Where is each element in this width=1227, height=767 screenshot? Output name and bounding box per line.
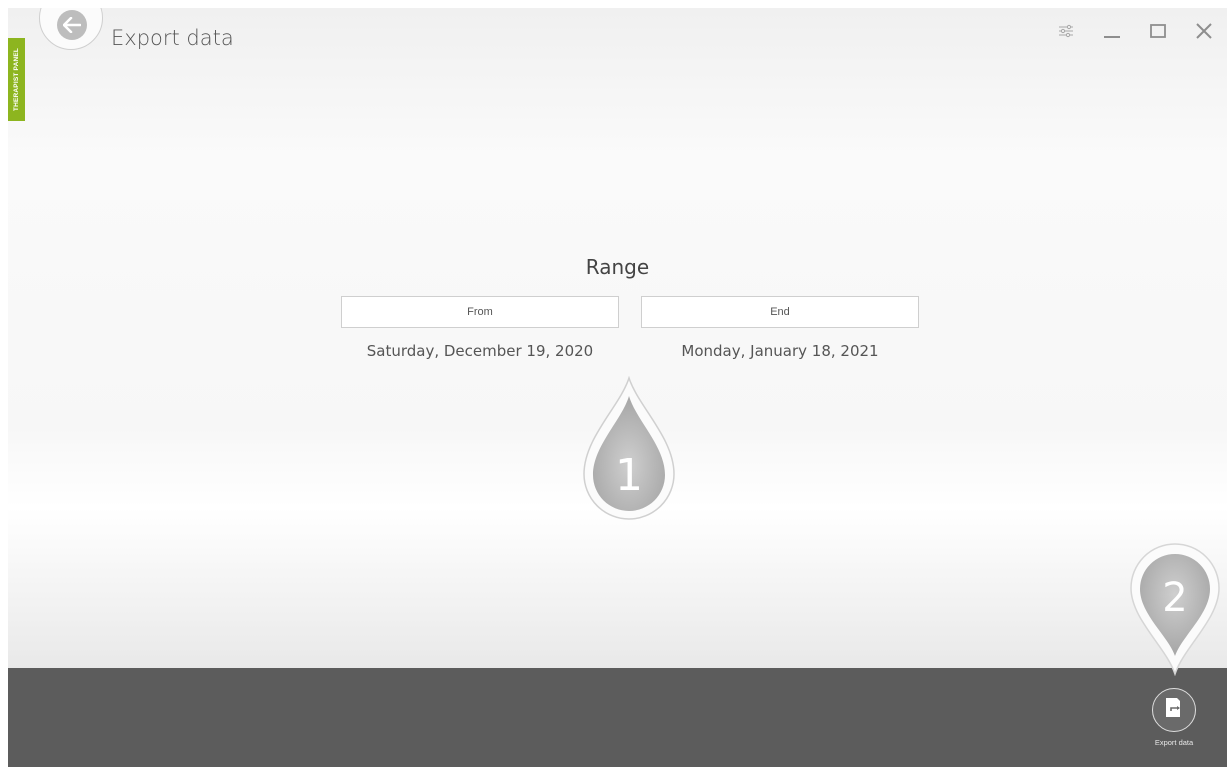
end-button[interactable]: End xyxy=(641,296,919,328)
from-date: Saturday, December 19, 2020 xyxy=(366,342,594,360)
bottom-toolbar xyxy=(8,668,1227,767)
range-end: End Monday, January 18, 2021 xyxy=(641,296,919,360)
close-icon[interactable] xyxy=(1191,20,1217,42)
range-from: From Saturday, December 19, 2020 xyxy=(341,296,619,360)
step-marker-1: 1 xyxy=(580,375,678,521)
from-button[interactable]: From xyxy=(341,296,619,328)
maximize-icon[interactable] xyxy=(1145,20,1171,42)
therapist-panel-label: THERAPIST PANEL xyxy=(13,47,21,112)
page-title: Export data xyxy=(111,26,234,50)
export-document-icon xyxy=(1164,697,1184,723)
range-title: Range xyxy=(585,255,650,279)
marker-1-number: 1 xyxy=(615,450,643,501)
marker-2-number: 2 xyxy=(1162,575,1187,621)
export-data-button[interactable] xyxy=(1152,688,1196,732)
therapist-panel-tab[interactable]: THERAPIST PANEL xyxy=(8,38,25,121)
minimize-icon[interactable] xyxy=(1099,20,1125,42)
step-marker-2: 2 xyxy=(1128,543,1222,677)
arrow-left-icon xyxy=(57,10,87,40)
app-window: THERAPIST PANEL Export data Range From S… xyxy=(8,8,1227,767)
back-button[interactable] xyxy=(39,8,103,50)
window-controls xyxy=(1053,20,1217,42)
export-data-label: Export data xyxy=(1154,738,1194,747)
sliders-icon[interactable] xyxy=(1053,20,1079,42)
end-date: Monday, January 18, 2021 xyxy=(681,342,879,360)
